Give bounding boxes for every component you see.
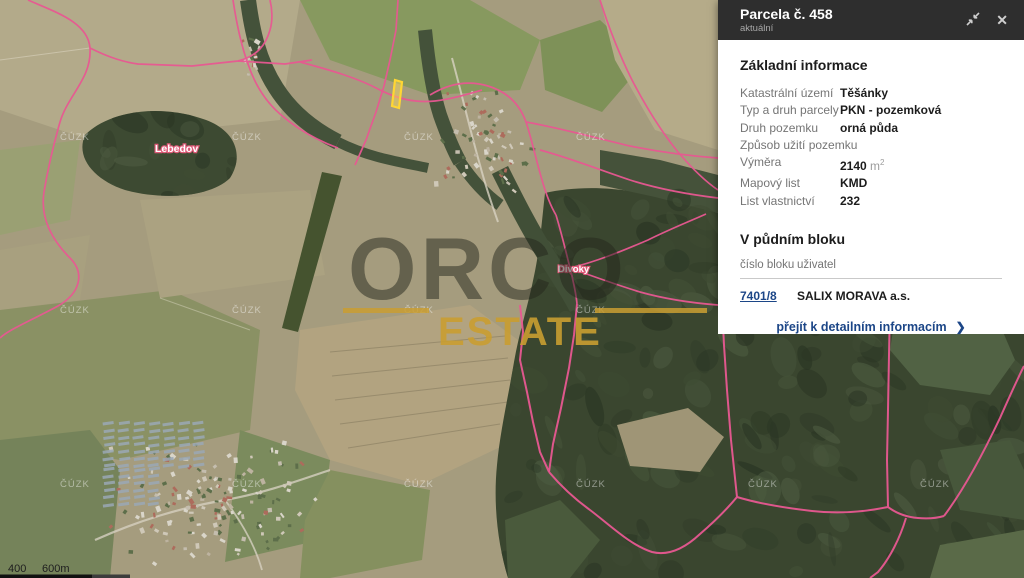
panel-subtitle: aktuální	[740, 23, 966, 34]
soil-table-row: 7401/8 SALIX MORAVA a.s.	[740, 279, 1002, 303]
info-value: Těšánky	[840, 85, 888, 102]
column-header-block: číslo bloku	[740, 259, 797, 271]
info-value: 232	[840, 193, 860, 210]
village-label-lebedov: Lebedov	[155, 143, 198, 155]
brand-bar-right	[595, 308, 707, 313]
info-row: Typ a druh parcelyPKN - pozemková	[740, 102, 1002, 119]
scale-label-600: 600m	[42, 563, 70, 575]
info-value: KMD	[840, 175, 867, 192]
collapse-icon[interactable]	[966, 12, 980, 28]
basic-info-rows: Katastrální územíTěšánkyTyp a druh parce…	[740, 85, 1002, 210]
close-icon[interactable]: ✕	[996, 13, 1008, 27]
cuzk-watermark: ČÚZK	[404, 132, 434, 143]
cuzk-watermark: ČÚZK	[404, 479, 434, 490]
parcel-info-panel: Parcela č. 458 aktuální ✕ Základní infor…	[718, 0, 1024, 305]
basic-info-heading: Základní informace	[740, 57, 1002, 73]
info-value: orná půda	[840, 120, 898, 137]
info-value: PKN - pozemková	[840, 102, 941, 119]
soil-block-section: V půdním bloku číslo bloku uživatel 7401…	[740, 231, 1002, 334]
soil-table-header: číslo bloku uživatel	[740, 259, 1002, 279]
cuzk-watermark: ČÚZK	[60, 305, 90, 316]
soil-table-rows: 7401/8 SALIX MORAVA a.s.	[740, 279, 1002, 303]
info-row: Mapový listKMD	[740, 175, 1002, 192]
cuzk-watermark: ČÚZK	[920, 479, 950, 490]
cuzk-watermark: ČÚZK	[60, 479, 90, 490]
panel-header-icons: ✕	[966, 12, 1008, 28]
block-user: SALIX MORAVA a.s.	[797, 289, 910, 303]
cuzk-watermark: ČÚZK	[576, 132, 606, 143]
column-header-user: uživatel	[797, 259, 836, 271]
cuzk-watermark: ČÚZK	[232, 132, 262, 143]
cuzk-watermark: ČÚZK	[60, 132, 90, 143]
info-label: Mapový list	[740, 175, 840, 192]
info-label: Výměra	[740, 154, 840, 175]
chevron-right-icon: ❯	[956, 320, 966, 334]
brand-bar-left	[343, 308, 429, 313]
detail-link-label: přejít k detailním informacím	[776, 320, 946, 334]
info-row: Výměra2140 m2	[740, 154, 1002, 175]
app-window: ČÚZK ČÚZK ČÚZK ČÚZK ČÚZK ČÚZK ČÚZK ČÚZK ČÚZK ČÚZK…	[0, 0, 1024, 578]
info-row: Způsob užití pozemku	[740, 137, 1002, 154]
info-label: Katastrální území	[740, 85, 840, 102]
scale-label-400: 400	[8, 563, 26, 575]
info-row: Druh pozemkuorná půda	[740, 120, 1002, 137]
cuzk-watermark: ČÚZK	[232, 305, 262, 316]
selected-parcel[interactable]	[392, 80, 402, 108]
info-row: List vlastnictví232	[740, 193, 1002, 210]
cuzk-watermark: ČÚZK	[232, 479, 262, 490]
detail-link[interactable]: přejít k detailním informacím ❯	[740, 320, 1002, 334]
unit-label: m2	[867, 159, 885, 173]
panel-header-text: Parcela č. 458 aktuální	[740, 6, 966, 34]
info-label: List vlastnictví	[740, 193, 840, 210]
panel-body: Základní informace Katastrální územíTěšá…	[718, 40, 1024, 334]
cuzk-watermark: ČÚZK	[576, 479, 606, 490]
panel-title: Parcela č. 458	[740, 7, 966, 22]
brand-word-top: ORCO	[348, 219, 628, 318]
panel-header: Parcela č. 458 aktuální ✕	[718, 0, 1024, 40]
cuzk-watermark: ČÚZK	[748, 479, 778, 490]
info-value: 2140 m2	[840, 154, 885, 175]
info-label: Druh pozemku	[740, 120, 840, 137]
block-number-link[interactable]: 7401/8	[740, 289, 777, 303]
info-label: Způsob užití pozemku	[740, 137, 840, 154]
soil-block-heading: V půdním bloku	[740, 231, 1002, 247]
info-label: Typ a druh parcely	[740, 102, 840, 119]
brand-word-bottom: ESTATE	[438, 310, 602, 354]
info-row: Katastrální územíTěšánky	[740, 85, 1002, 102]
